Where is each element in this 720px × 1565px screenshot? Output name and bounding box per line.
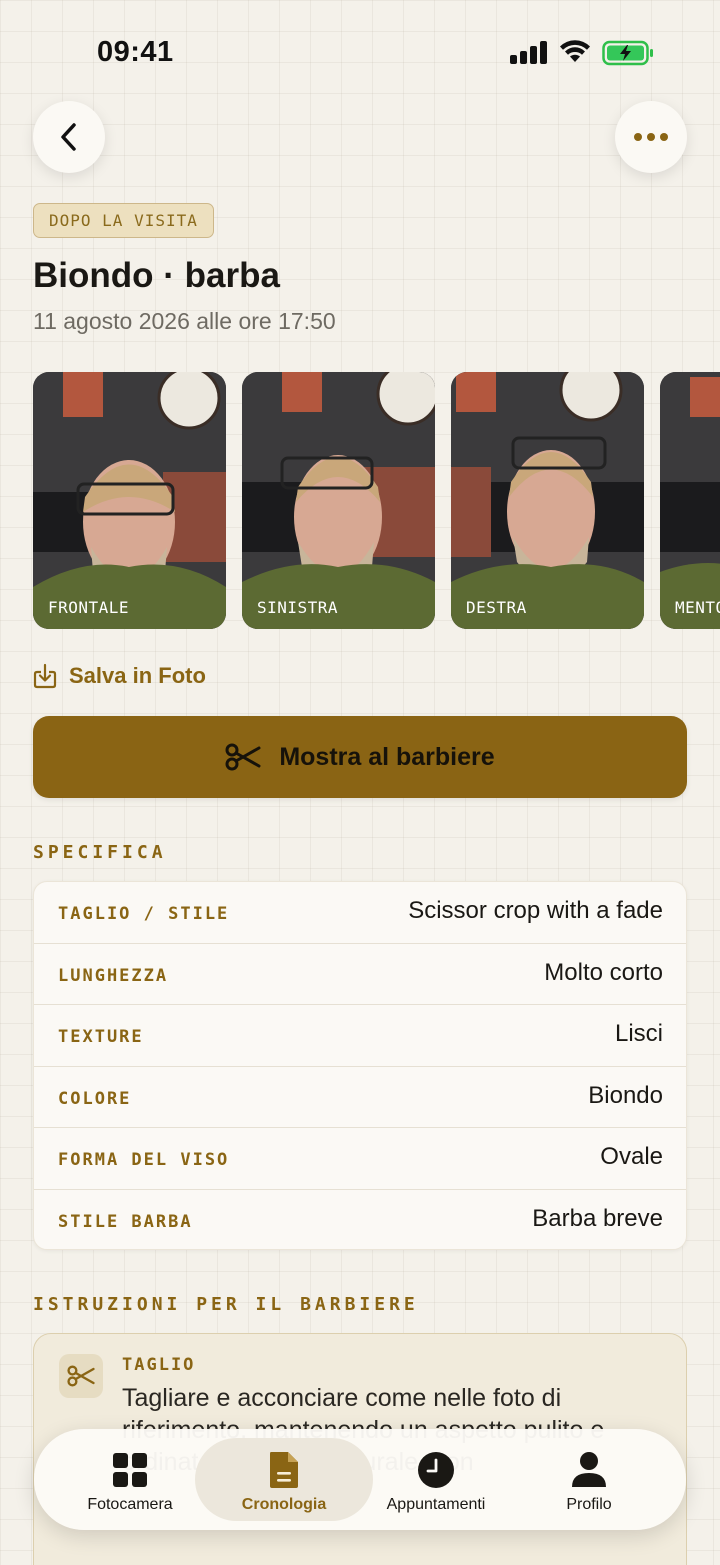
show-to-barber-button[interactable]: Mostra al barbiere — [33, 716, 687, 798]
save-to-photos-link[interactable]: Salva in Foto — [33, 660, 206, 692]
spec-value: Scissor crop with a fade — [408, 897, 663, 924]
scissors-icon — [225, 743, 261, 771]
spec-row-style: TAGLIO / STILE Scissor crop with a fade — [34, 882, 686, 943]
photo-chin-image — [660, 372, 720, 629]
scissors-icon — [59, 1354, 103, 1398]
spec-row-beard-style: STILE BARBA Barba breve — [34, 1189, 686, 1249]
spec-row-color: COLORE Biondo — [34, 1066, 686, 1127]
photo-label: FRONTALE — [48, 598, 130, 617]
photo-right[interactable]: DESTRA — [451, 372, 644, 629]
spec-key: FORMA DEL VISO — [58, 1150, 230, 1170]
instruction-kicker: TAGLIO — [122, 1355, 196, 1375]
photo-carousel[interactable]: FRONTALE SINISTRA DESTRA MENT — [33, 372, 720, 630]
clock-icon — [417, 1450, 455, 1490]
document-icon — [268, 1450, 300, 1490]
page-title: Biondo · barba — [33, 256, 280, 295]
more-options-button[interactable] — [615, 101, 687, 173]
visit-status-badge: DOPO LA VISITA — [33, 203, 214, 238]
show-to-barber-label: Mostra al barbiere — [279, 742, 495, 771]
tab-label: Appuntamenti — [386, 1496, 486, 1513]
spec-table: TAGLIO / STILE Scissor crop with a fade … — [33, 881, 687, 1250]
photo-chin[interactable]: MENTO — [660, 372, 720, 629]
spec-row-texture: TEXTURE Lisci — [34, 1004, 686, 1065]
spec-row-face-shape: FORMA DEL VISO Ovale — [34, 1127, 686, 1188]
tab-label: Cronologia — [241, 1496, 327, 1513]
spec-section-title: SPECIFICA — [33, 842, 167, 863]
photo-label: MENTO — [675, 598, 720, 617]
photo-right-image — [451, 372, 644, 629]
tab-label: Profilo — [566, 1496, 612, 1513]
spec-value: Lisci — [614, 1020, 663, 1047]
spec-value: Barba breve — [532, 1205, 663, 1232]
grid-icon — [112, 1450, 148, 1490]
tab-bar: Fotocamera Cronologia Appuntamenti Profi… — [34, 1429, 686, 1530]
tab-appointments[interactable]: Appuntamenti — [361, 1438, 511, 1521]
spec-key: COLORE — [58, 1089, 132, 1109]
download-tray-icon — [33, 663, 57, 689]
cellular-signal-icon — [510, 40, 548, 64]
tab-profile[interactable]: Profilo — [514, 1438, 664, 1521]
photo-left-image — [242, 372, 435, 629]
tab-camera[interactable]: Fotocamera — [55, 1438, 205, 1521]
ellipsis-icon — [634, 133, 668, 141]
person-icon — [571, 1450, 607, 1490]
chevron-left-icon — [61, 123, 76, 151]
status-time: 09:41 — [97, 36, 174, 68]
photo-label: SINISTRA — [257, 598, 339, 617]
spec-key: LUNGHEZZA — [58, 966, 169, 986]
visit-date: 11 agosto 2026 alle ore 17:50 — [33, 308, 336, 334]
photo-left[interactable]: SINISTRA — [242, 372, 435, 629]
spec-value: Ovale — [600, 1143, 663, 1170]
save-to-photos-label: Salva in Foto — [69, 663, 206, 688]
tab-history[interactable]: Cronologia — [195, 1438, 373, 1521]
photo-front[interactable]: FRONTALE — [33, 372, 226, 629]
spec-key: TEXTURE — [58, 1027, 144, 1047]
spec-value: Molto corto — [544, 959, 663, 986]
photo-label: DESTRA — [466, 598, 527, 617]
spec-key: STILE BARBA — [58, 1212, 193, 1232]
battery-charging-icon — [602, 40, 653, 66]
spec-key: TAGLIO / STILE — [58, 904, 230, 924]
wifi-icon — [560, 40, 590, 62]
photo-front-image — [33, 372, 226, 629]
tab-label: Fotocamera — [87, 1496, 173, 1513]
instructions-section-title: ISTRUZIONI PER IL BARBIERE — [33, 1294, 419, 1315]
back-button[interactable] — [33, 101, 105, 173]
spec-value: Biondo — [588, 1082, 663, 1109]
spec-row-length: LUNGHEZZA Molto corto — [34, 943, 686, 1004]
status-bar: 09:41 — [0, 0, 720, 100]
